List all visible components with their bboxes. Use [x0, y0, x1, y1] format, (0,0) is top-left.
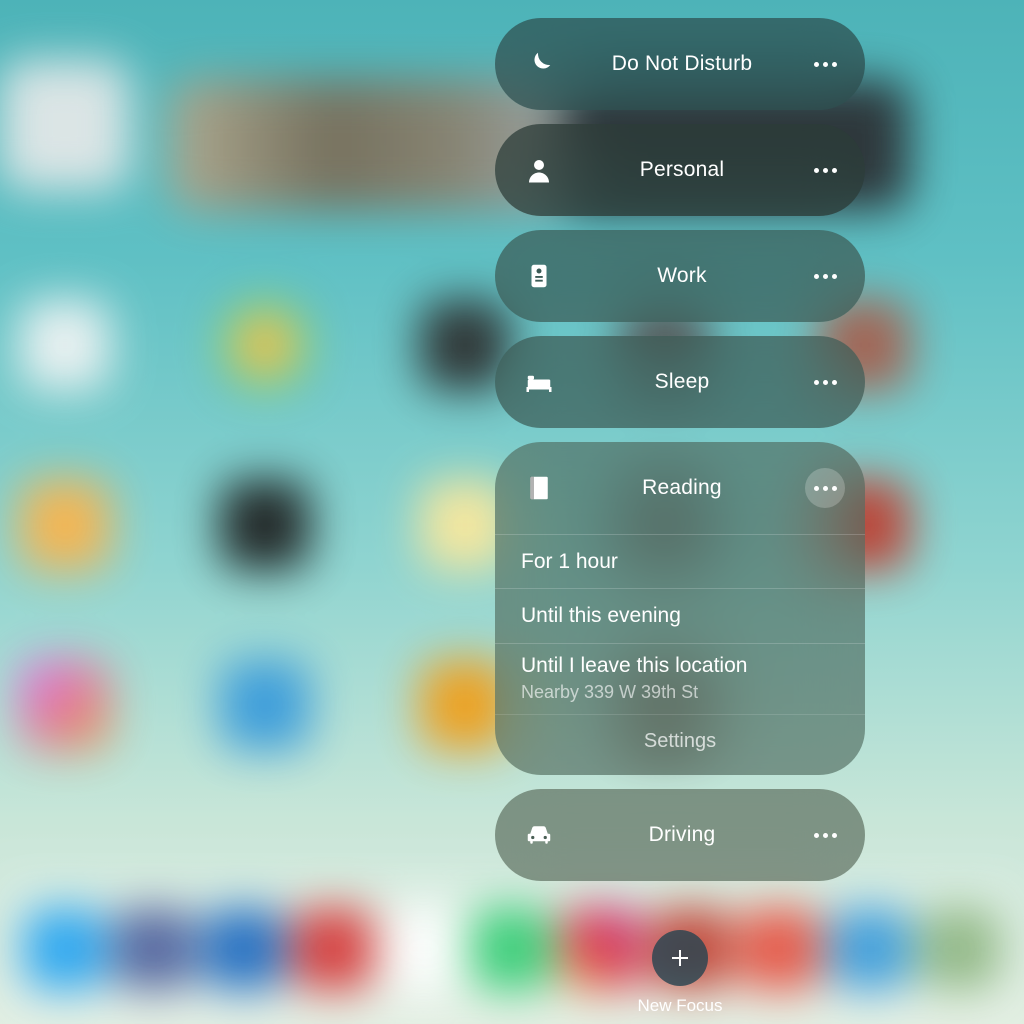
focus-settings-button[interactable]: Settings — [495, 714, 865, 775]
person-icon — [519, 155, 559, 185]
book-icon — [519, 473, 559, 503]
new-focus-button[interactable] — [652, 930, 708, 986]
option-sublabel: Nearby 339 W 39th St — [521, 681, 839, 704]
car-icon — [519, 820, 559, 850]
focus-work[interactable]: Work — [495, 230, 865, 322]
focus-options-button[interactable] — [805, 468, 845, 508]
focus-personal[interactable]: Personal — [495, 124, 865, 216]
focus-label: Work — [559, 264, 805, 288]
new-focus-footer: New Focus — [495, 930, 865, 1016]
option-label: Until this evening — [521, 604, 681, 627]
focus-do-not-disturb[interactable]: Do Not Disturb — [495, 18, 865, 110]
option-label: For 1 hour — [521, 550, 618, 573]
focus-option-until-evening[interactable]: Until this evening — [495, 588, 865, 642]
focus-label: Do Not Disturb — [559, 52, 805, 76]
focus-mode-panel: Do Not Disturb Personal Work Sleep Readi… — [495, 18, 865, 881]
focus-options-button[interactable] — [805, 362, 845, 402]
focus-driving[interactable]: Driving — [495, 789, 865, 881]
focus-label: Sleep — [559, 370, 805, 394]
focus-reading[interactable]: Reading — [495, 442, 865, 534]
settings-label: Settings — [644, 730, 716, 752]
focus-options-button[interactable] — [805, 44, 845, 84]
focus-label: Reading — [559, 476, 805, 500]
focus-sleep[interactable]: Sleep — [495, 336, 865, 428]
focus-reading-expanded: Reading For 1 hour Until this evening Un… — [495, 442, 865, 775]
moon-icon — [519, 49, 559, 79]
bed-icon — [519, 367, 559, 397]
focus-options-button[interactable] — [805, 256, 845, 296]
focus-option-until-leave-location[interactable]: Until I leave this location Nearby 339 W… — [495, 643, 865, 715]
focus-options-button[interactable] — [805, 815, 845, 855]
option-label: Until I leave this location — [521, 652, 839, 679]
focus-label: Driving — [559, 823, 805, 847]
focus-label: Personal — [559, 158, 805, 182]
focus-options-button[interactable] — [805, 150, 845, 190]
new-focus-label: New Focus — [637, 996, 722, 1016]
badge-icon — [519, 261, 559, 291]
focus-option-for-1-hour[interactable]: For 1 hour — [495, 534, 865, 588]
